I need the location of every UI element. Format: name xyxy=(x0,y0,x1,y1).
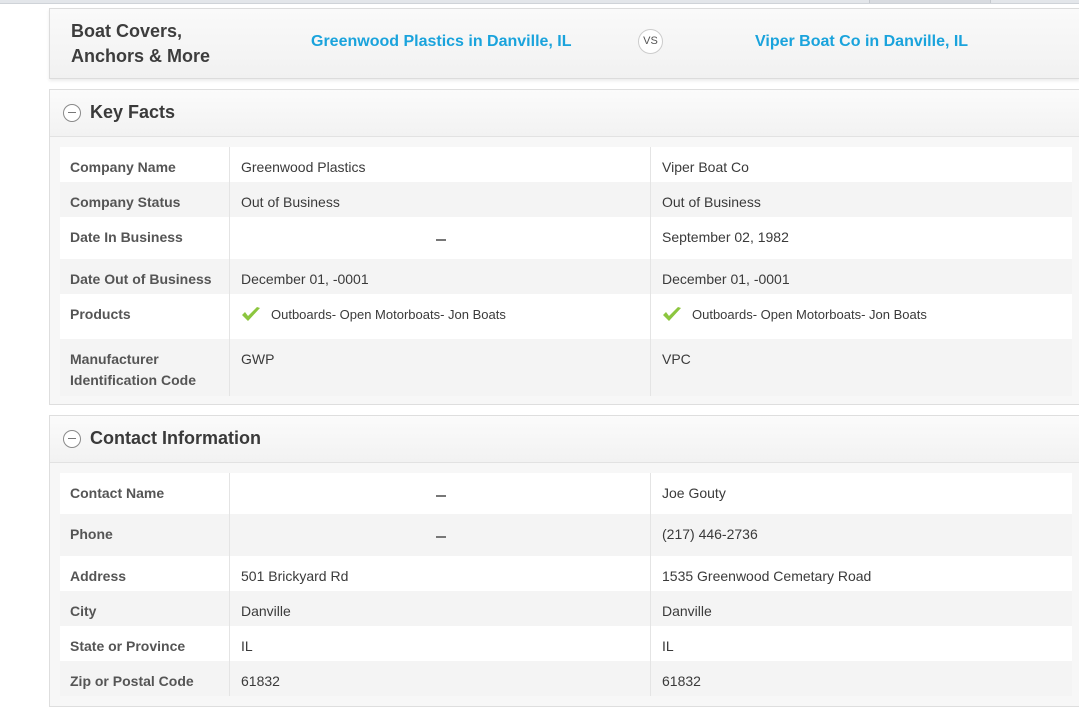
comparison-header: Boat Covers, Anchors & More Greenwood Pl… xyxy=(49,8,1079,79)
collapse-icon[interactable] xyxy=(63,430,81,448)
company2-value: 61832 xyxy=(650,661,1072,696)
key-facts-section: Key Facts Company Name Greenwood Plastic… xyxy=(49,89,1079,405)
company2-value: (217) 446-2736 xyxy=(650,514,1072,556)
company2-value: December 01, -0001 xyxy=(650,259,1072,294)
section-title: Contact Information xyxy=(90,428,261,448)
row-label: Products xyxy=(60,294,230,339)
company1-value: Greenwood Plastics xyxy=(229,147,651,182)
table-row: Company Name Greenwood Plastics Viper Bo… xyxy=(60,147,1072,182)
table-row: Zip or Postal Code 61832 61832 xyxy=(60,661,1072,696)
products-text: Outboards- Open Motorboats- Jon Boats xyxy=(271,307,506,322)
row-label: Company Name xyxy=(60,147,230,182)
checkmark-icon xyxy=(242,307,260,321)
company2-link[interactable]: Viper Boat Co in Danville, IL xyxy=(755,33,968,51)
browser-tab-edge xyxy=(869,0,991,3)
company2-value: September 02, 1982 xyxy=(650,217,1072,259)
company1-link[interactable]: Greenwood Plastics in Danville, IL xyxy=(311,33,572,51)
row-label: Company Status xyxy=(60,182,230,217)
company2-value: Joe Gouty xyxy=(650,473,1072,514)
row-label: Contact Name xyxy=(60,473,230,514)
company1-value: GWP xyxy=(229,339,651,396)
row-label: Phone xyxy=(60,514,230,556)
empty-dash-icon xyxy=(435,536,446,538)
company2-products: Outboards- Open Motorboats- Jon Boats xyxy=(650,294,1072,339)
table-row: Date Out of Business December 01, -0001 … xyxy=(60,259,1072,294)
key-facts-table: Company Name Greenwood Plastics Viper Bo… xyxy=(60,147,1072,396)
contact-header[interactable]: Contact Information xyxy=(50,416,1079,463)
checkmark-icon xyxy=(663,307,681,321)
company1-value xyxy=(229,514,651,556)
empty-dash-icon xyxy=(435,239,446,241)
row-label: City xyxy=(60,591,230,626)
vs-badge: VS xyxy=(638,29,663,54)
category-title: Boat Covers, Anchors & More xyxy=(71,21,211,66)
table-row: Date In Business September 02, 1982 xyxy=(60,217,1072,259)
company1-value: December 01, -0001 xyxy=(229,259,651,294)
table-row: Contact Name Joe Gouty xyxy=(60,473,1072,514)
empty-dash-icon xyxy=(435,495,446,497)
row-label: State or Province xyxy=(60,626,230,661)
section-title: Key Facts xyxy=(90,102,176,122)
company1-value: 61832 xyxy=(229,661,651,696)
browser-top-strip xyxy=(0,0,1079,4)
company1-products: Outboards- Open Motorboats- Jon Boats xyxy=(229,294,651,339)
contact-table: Contact Name Joe Gouty Phone (217) 446-2… xyxy=(60,473,1072,696)
company1-value: 501 Brickyard Rd xyxy=(229,556,651,591)
table-row: Products Outboards- Open Motorboats- Jon… xyxy=(60,294,1072,339)
row-label: Manufacturer Identification Code xyxy=(60,339,230,396)
company2-value: Out of Business xyxy=(650,182,1072,217)
table-row: City Danville Danville xyxy=(60,591,1072,626)
company1-value: Danville xyxy=(229,591,651,626)
table-row: Address 501 Brickyard Rd 1535 Greenwood … xyxy=(60,556,1072,591)
company1-value xyxy=(229,473,651,514)
table-row: State or Province IL IL xyxy=(60,626,1072,661)
company2-value: VPC xyxy=(650,339,1072,396)
company2-value: IL xyxy=(650,626,1072,661)
table-row: Manufacturer Identification Code GWP VPC xyxy=(60,339,1072,396)
row-label: Date In Business xyxy=(60,217,230,259)
row-label: Date Out of Business xyxy=(60,259,230,294)
company2-value: Danville xyxy=(650,591,1072,626)
contact-section: Contact Information Contact Name Joe Gou… xyxy=(49,415,1079,707)
table-row: Phone (217) 446-2736 xyxy=(60,514,1072,556)
row-label: Zip or Postal Code xyxy=(60,661,230,696)
company2-value: 1535 Greenwood Cemetary Road xyxy=(650,556,1072,591)
company1-value: Out of Business xyxy=(229,182,651,217)
company1-value: IL xyxy=(229,626,651,661)
table-row: Company Status Out of Business Out of Bu… xyxy=(60,182,1072,217)
row-label: Address xyxy=(60,556,230,591)
collapse-icon[interactable] xyxy=(63,104,81,122)
company1-value xyxy=(229,217,651,259)
company2-value: Viper Boat Co xyxy=(650,147,1072,182)
products-text: Outboards- Open Motorboats- Jon Boats xyxy=(692,307,927,322)
key-facts-header[interactable]: Key Facts xyxy=(50,90,1079,137)
